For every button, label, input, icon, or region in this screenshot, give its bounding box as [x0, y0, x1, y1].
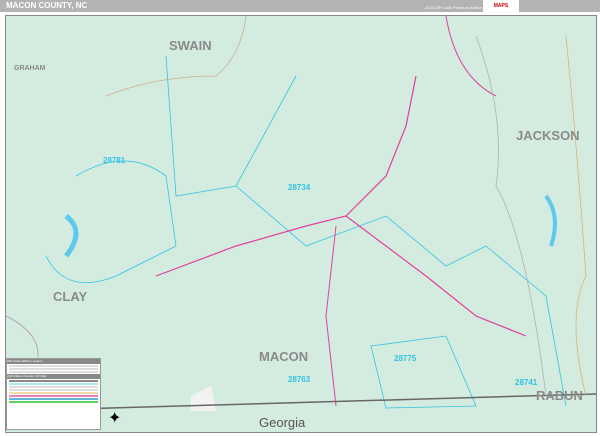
county-label-rabun: RABUN — [536, 388, 583, 403]
highway — [345, 215, 527, 337]
header-bar: MACON COUNTY, NC 2024 ZIP Code Premium E… — [0, 0, 600, 12]
highway — [325, 225, 337, 407]
county-line — [565, 35, 587, 397]
park-area — [191, 386, 216, 411]
county-label-graham: GRAHAM — [14, 65, 46, 72]
zip-label: 28781 — [103, 156, 126, 165]
zip-label: 28775 — [394, 354, 417, 363]
zip-label: 28734 — [288, 183, 311, 192]
county-label-clay: CLAY — [53, 289, 88, 304]
map-title: MACON COUNTY, NC — [6, 1, 88, 10]
zip-label: 28763 — [288, 375, 311, 384]
zip-label: 28741 — [515, 378, 538, 387]
county-label-jackson: JACKSON — [516, 128, 580, 143]
county-label-macon: MACON — [259, 349, 309, 364]
county-line — [105, 16, 247, 97]
legend-subtitle: 2024 Macon County, NC Map — [7, 374, 100, 379]
compass-rose-icon: ✦ — [108, 410, 122, 427]
lake — [64, 214, 79, 258]
map-legend: ZIP Codes Within Location 2024 Macon Cou… — [6, 358, 101, 430]
lake — [544, 194, 557, 247]
publisher-logo: MAPS — [483, 0, 519, 12]
zip-boundary — [235, 185, 487, 267]
zip-boundary — [45, 160, 177, 283]
highway — [155, 75, 417, 277]
county-label-swain: SWAIN — [169, 38, 212, 53]
edition-label: 2024 ZIP Code Premium Edition — [425, 5, 483, 10]
legend-title: ZIP Codes Within Location — [7, 359, 100, 364]
highway — [445, 16, 497, 97]
state-label-georgia: Georgia — [259, 415, 306, 430]
